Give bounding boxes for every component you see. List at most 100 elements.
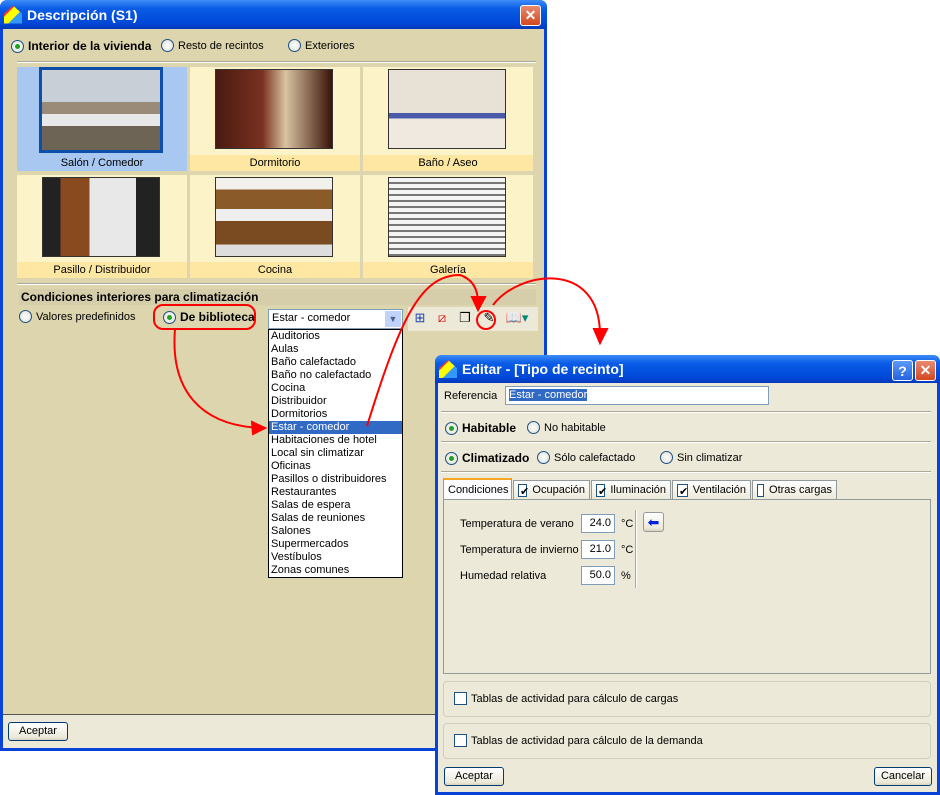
library-combo[interactable]: Estar - comedor ▼ xyxy=(268,309,403,329)
radio-dot xyxy=(537,451,550,464)
checkbox[interactable] xyxy=(518,483,530,501)
list-item[interactable]: Distribuidor xyxy=(269,395,402,408)
list-item[interactable]: Estar - comedor xyxy=(269,421,402,434)
checkbox[interactable] xyxy=(677,483,688,501)
radio-label: Exteriores xyxy=(305,39,355,52)
list-item[interactable]: Dormitorios xyxy=(269,408,402,421)
tab-label: Otras cargas xyxy=(769,484,832,496)
radio-resto[interactable]: Resto de recintos xyxy=(161,39,264,52)
field-label: Humedad relativa xyxy=(460,570,547,582)
tab-label: Ocupación xyxy=(532,484,585,496)
room-label: Salón / Comedor xyxy=(17,155,187,171)
delete-icon[interactable]: ⧄ xyxy=(433,309,451,327)
room-label: Baño / Aseo xyxy=(363,155,533,171)
radio-dot xyxy=(163,310,176,324)
load-tables-group[interactable]: Tablas de actividad para cálculo de carg… xyxy=(443,681,931,717)
copy-icon[interactable]: ❐ xyxy=(456,309,474,327)
radio-label: Climatizado xyxy=(462,451,530,465)
conditions-title: Condiciones interiores para climatizació… xyxy=(19,289,536,305)
close-button[interactable]: ✕ xyxy=(915,360,936,381)
divider xyxy=(17,283,536,285)
field-value: 21.0 xyxy=(589,543,611,555)
bano-image xyxy=(388,69,506,149)
divider xyxy=(441,411,931,413)
tab-ventilacion[interactable]: Ventilación xyxy=(672,480,751,501)
checkbox[interactable] xyxy=(596,483,608,501)
demand-tables-group[interactable]: Tablas de actividad para cálculo de la d… xyxy=(443,723,931,759)
room-label: Galería xyxy=(363,262,533,278)
reference-input[interactable]: Estar - comedor xyxy=(505,386,769,405)
radio-dot xyxy=(11,39,24,53)
new-icon[interactable]: ⊞ xyxy=(411,309,429,327)
field-unit: °C xyxy=(621,544,634,556)
tab-label: Condiciones xyxy=(448,483,509,496)
cocina-image xyxy=(215,177,333,257)
radio-no-habitable[interactable]: No habitable xyxy=(527,421,606,434)
radio-solo-calefactado[interactable]: Sólo calefactado xyxy=(537,451,635,464)
radio-exteriores[interactable]: Exteriores xyxy=(288,39,355,52)
edit-title: Editar - [Tipo de recinto] xyxy=(462,361,624,377)
list-item[interactable]: Baño no calefactado xyxy=(269,369,402,382)
field-input[interactable]: 24.0 xyxy=(581,514,615,533)
edit-cancel-button[interactable]: Cancelar xyxy=(874,767,932,786)
list-item[interactable]: Salas de reuniones xyxy=(269,512,402,525)
list-item[interactable]: Auditorios xyxy=(269,330,402,343)
radio-interior[interactable]: Interior de la vivienda xyxy=(11,39,151,53)
room-tile-salon[interactable]: Salón / Comedor xyxy=(17,67,187,171)
tab-strip: Condiciones Ocupación Iluminación Ventil… xyxy=(443,478,931,501)
list-item[interactable]: Salones xyxy=(269,525,402,538)
room-tile-dormitorio[interactable]: Dormitorio xyxy=(190,67,360,171)
salon-image xyxy=(39,67,163,153)
radio-label: No habitable xyxy=(544,421,606,434)
list-item[interactable]: Restaurantes xyxy=(269,486,402,499)
edit-body: Referencia Estar - comedor Habitable No … xyxy=(438,383,937,792)
radio-predefinidos[interactable]: Valores predefinidos xyxy=(19,310,135,323)
edit-icon[interactable]: ✎ xyxy=(480,309,498,327)
library-list[interactable]: Auditorios Aulas Baño calefactado Baño no c… xyxy=(268,329,403,578)
field-value: 24.0 xyxy=(589,517,611,529)
list-item[interactable]: Zonas comunes xyxy=(269,564,402,577)
room-tile-cocina[interactable]: Cocina xyxy=(190,175,360,278)
list-item[interactable]: Salas de espera xyxy=(269,499,402,512)
main-ok-button[interactable]: Aceptar xyxy=(8,722,68,741)
radio-climatizado[interactable]: Climatizado xyxy=(445,451,529,465)
list-item[interactable]: Habitaciones de hotel xyxy=(269,434,402,447)
tab-ocupacion[interactable]: Ocupación xyxy=(513,480,590,501)
field-unit: °C xyxy=(621,518,634,530)
list-item[interactable]: Supermercados xyxy=(269,538,402,551)
room-tile-bano[interactable]: Baño / Aseo xyxy=(363,67,533,171)
field-input[interactable]: 50.0 xyxy=(581,566,615,585)
room-tile-pasillo[interactable]: Pasillo / Distribuidor xyxy=(17,175,187,278)
room-tile-galeria[interactable]: Galería xyxy=(363,175,533,278)
edit-ok-button[interactable]: Aceptar xyxy=(444,767,504,786)
library-book-icon[interactable]: 📖▾ xyxy=(502,309,532,327)
radio-habitable[interactable]: Habitable xyxy=(445,421,516,435)
checkbox[interactable] xyxy=(757,483,765,497)
radio-label: Valores predefinidos xyxy=(36,310,136,323)
tab-label: Iluminación xyxy=(610,484,666,496)
checkbox[interactable] xyxy=(454,692,467,705)
list-item[interactable]: Local sin climatizar xyxy=(269,447,402,460)
close-button[interactable]: ✕ xyxy=(520,5,541,26)
help-button[interactable]: ? xyxy=(892,360,913,381)
edit-dialog: Editar - [Tipo de recinto] ? ✕ Referenci… xyxy=(435,355,940,795)
checkbox[interactable] xyxy=(454,734,467,747)
radio-biblioteca[interactable]: De biblioteca xyxy=(163,310,255,324)
list-item[interactable]: Pasillos o distribuidores xyxy=(269,473,402,486)
field-input[interactable]: 21.0 xyxy=(581,540,615,559)
radio-dot xyxy=(527,421,540,434)
tab-iluminacion[interactable]: Iluminación xyxy=(591,480,671,501)
list-item[interactable]: Vestíbulos xyxy=(269,551,402,564)
list-item[interactable]: Cocina xyxy=(269,382,402,395)
tab-condiciones[interactable]: Condiciones xyxy=(443,478,512,499)
tab-otras-cargas[interactable]: Otras cargas xyxy=(752,480,837,499)
radio-dot xyxy=(445,451,458,465)
back-arrow-button[interactable]: ⬅ xyxy=(643,512,664,532)
list-item[interactable]: Aulas xyxy=(269,343,402,356)
radio-sin-climatizar[interactable]: Sin climatizar xyxy=(660,451,742,464)
chevron-down-icon[interactable]: ▼ xyxy=(385,311,401,327)
list-item[interactable]: Baño calefactado xyxy=(269,356,402,369)
list-item[interactable]: Oficinas xyxy=(269,460,402,473)
divider xyxy=(441,471,931,473)
radio-label: Habitable xyxy=(462,421,517,435)
